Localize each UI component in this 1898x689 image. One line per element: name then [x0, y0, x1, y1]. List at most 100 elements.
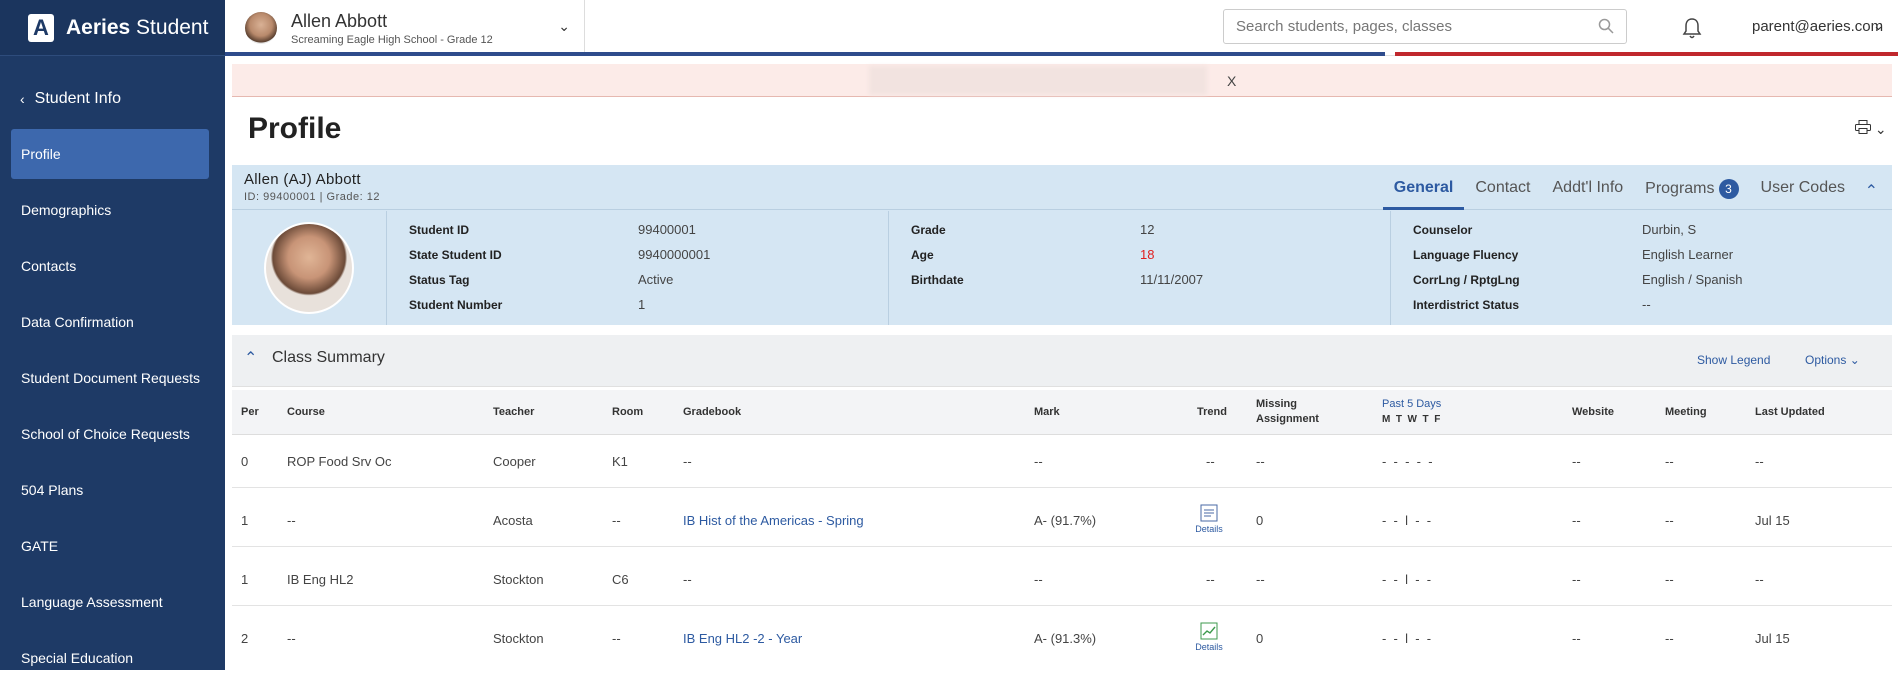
chevron-down-icon: ⌄ — [1874, 121, 1887, 137]
th-gradebook[interactable]: Gradebook — [683, 406, 741, 418]
cell-missing: 0 — [1256, 513, 1264, 528]
chevron-up-icon[interactable]: ⌃ — [1865, 181, 1878, 201]
th-weekdays: M T W T F — [1382, 414, 1441, 425]
cell-gradebook-link[interactable]: IB Hist of the Americas - Spring — [683, 513, 864, 528]
chevron-up-icon[interactable]: ⌃ — [244, 348, 257, 368]
trend-details-button[interactable]: Details — [1189, 504, 1229, 534]
tab-general[interactable]: General — [1382, 165, 1465, 210]
cell-last-updated: -- — [1755, 454, 1764, 469]
cell-mark: A- (91.7%) — [1034, 513, 1097, 528]
info-column-2: Grade 12 Age 18 Birthdate 11/11/2007 — [889, 211, 1391, 325]
tab-addtl-info[interactable]: Addt'l Info — [1542, 165, 1635, 210]
value-student-number: 1 — [638, 297, 646, 312]
sidebar-item-gate[interactable]: GATE — [11, 521, 209, 571]
info-column-1: Student ID 99400001 State Student ID 99400… — [387, 211, 889, 325]
th-website: Website — [1572, 406, 1614, 418]
sidebar-item-data-confirmation[interactable]: Data Confirmation — [11, 297, 209, 347]
app-name: Aeries Student — [66, 15, 209, 39]
search-input[interactable]: Search students, pages, classes — [1223, 9, 1627, 44]
tab-user-codes[interactable]: User Codes — [1750, 165, 1856, 210]
cell-trend: -- — [1206, 454, 1215, 469]
trend-details-button[interactable]: Details — [1189, 622, 1229, 652]
sidebar-item-special-education[interactable]: Special Education — [11, 633, 209, 683]
cell-last-updated: -- — [1755, 572, 1764, 587]
th-per[interactable]: Per — [241, 406, 259, 418]
class-summary-title: Class Summary — [272, 349, 385, 366]
header-stripe-blue — [225, 52, 1385, 56]
th-past-5-days[interactable]: Past 5 Days — [1382, 398, 1441, 410]
th-room[interactable]: Room — [612, 406, 643, 418]
sidebar-item-demographics[interactable]: Demographics — [11, 185, 209, 235]
show-legend-link[interactable]: Show Legend — [1697, 353, 1770, 367]
label-state-student-id: State Student ID — [409, 247, 502, 262]
sidebar-item-document-requests[interactable]: Student Document Requests — [11, 353, 209, 403]
value-corrlng-rptglng: English / Spanish — [1642, 272, 1743, 287]
cell-past-5-days: - - l - - — [1382, 513, 1432, 528]
cell-room: -- — [612, 631, 621, 646]
cell-last-updated: Jul 15 — [1755, 631, 1790, 646]
student-switcher[interactable]: Allen Abbott Screaming Eagle High School… — [225, 0, 585, 56]
cell-meeting: -- — [1665, 631, 1674, 646]
search-icon[interactable] — [1598, 18, 1614, 34]
table-row: 1 IB Eng HL2 Stockton C6 -- -- -- -- - -… — [232, 547, 1892, 606]
aeries-logo-icon: A — [28, 13, 54, 42]
search-placeholder: Search students, pages, classes — [1236, 18, 1452, 35]
sidebar-item-contacts[interactable]: Contacts — [11, 241, 209, 291]
tab-programs[interactable]: Programs 3 — [1634, 165, 1749, 210]
value-interdistrict-status: -- — [1642, 297, 1651, 312]
chevron-down-icon[interactable]: ⌄ — [1873, 18, 1884, 34]
cell-gradebook-link[interactable]: IB Eng HL2 -2 - Year — [683, 631, 802, 646]
cell-past-5-days: - - l - - — [1382, 631, 1432, 646]
trend-details-label: Details — [1195, 642, 1223, 652]
programs-count-badge: 3 — [1718, 179, 1739, 199]
cell-website: -- — [1572, 631, 1581, 646]
cell-course: IB Eng HL2 — [287, 572, 354, 587]
th-meeting: Meeting — [1665, 406, 1707, 418]
th-last-updated[interactable]: Last Updated — [1755, 406, 1825, 418]
value-counselor: Durbin, S — [1642, 222, 1697, 237]
th-missing-line1: Missing — [1256, 398, 1297, 410]
back-to-student-info[interactable]: ‹ Student Info — [20, 90, 121, 108]
th-teacher[interactable]: Teacher — [493, 406, 534, 418]
cell-teacher[interactable]: Cooper — [493, 454, 536, 469]
options-label: Options — [1805, 353, 1847, 367]
options-menu[interactable]: Options ⌄ — [1805, 353, 1860, 367]
cell-per: 2 — [241, 631, 249, 646]
sidebar-item-language-assessment[interactable]: Language Assessment — [11, 577, 209, 627]
cell-missing: 0 — [1256, 631, 1264, 646]
cell-room: K1 — [612, 454, 628, 469]
value-status-tag: Active — [638, 272, 674, 287]
avatar — [245, 12, 277, 44]
th-course[interactable]: Course — [287, 406, 325, 418]
sidebar-item-profile[interactable]: Profile — [11, 129, 209, 179]
th-missing-assignment[interactable]: Missing Assignment — [1256, 397, 1319, 427]
label-student-number: Student Number — [409, 297, 503, 312]
print-menu[interactable]: ⌄ — [1855, 120, 1887, 138]
sidebar-item-504-plans[interactable]: 504 Plans — [11, 465, 209, 515]
tab-contact[interactable]: Contact — [1464, 165, 1541, 210]
cell-teacher[interactable]: Stockton — [493, 572, 544, 587]
chevron-down-icon[interactable]: ⌄ — [558, 18, 570, 35]
value-grade: 12 — [1140, 222, 1155, 237]
cell-teacher[interactable]: Acosta — [493, 513, 533, 528]
header-student-name: Allen Abbott — [291, 10, 388, 31]
cell-past-5-days: - - - - - — [1382, 454, 1433, 469]
bell-icon[interactable] — [1682, 17, 1702, 39]
alert-close-button[interactable]: X — [1227, 73, 1236, 89]
user-menu[interactable]: parent@aeries.com — [1752, 18, 1883, 35]
th-mark[interactable]: Mark — [1034, 406, 1060, 418]
label-interdistrict-status: Interdistrict Status — [1413, 297, 1520, 312]
cell-gradebook: -- — [683, 572, 692, 587]
cell-website: -- — [1572, 454, 1581, 469]
top-header: Allen Abbott Screaming Eagle High School… — [225, 0, 1898, 56]
card-student-id-line: ID: 99400001 | Grade: 12 — [244, 191, 380, 203]
app-logo[interactable]: A Aeries Student — [0, 0, 225, 56]
label-age: Age — [911, 247, 934, 262]
cell-missing: -- — [1256, 572, 1265, 587]
cell-teacher[interactable]: Stockton — [493, 631, 544, 646]
student-info-card: Allen (AJ) Abbott ID: 99400001 | Grade: … — [232, 165, 1892, 325]
back-label: Student Info — [34, 90, 121, 107]
chevron-left-icon: ‹ — [20, 91, 25, 107]
th-missing-line2: Assignment — [1256, 413, 1319, 425]
sidebar-item-school-of-choice[interactable]: School of Choice Requests — [11, 409, 209, 459]
